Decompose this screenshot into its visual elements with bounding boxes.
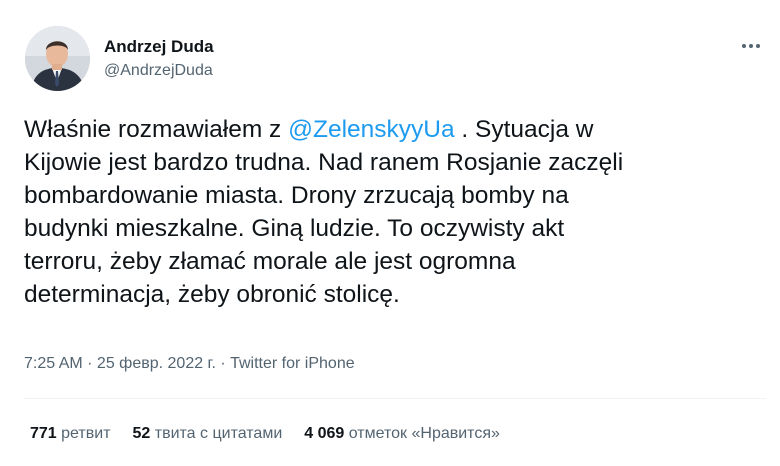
likes-count: 4 069	[304, 425, 345, 442]
retweets-label: ретвит	[61, 425, 111, 442]
tweet-card: Andrzej Duda @AndrzejDuda Właśnie rozmaw…	[0, 0, 780, 466]
divider	[24, 398, 766, 399]
tweet-text-line1-end: . Sytuacja w	[454, 116, 594, 143]
tweet-time[interactable]: 7:25 AM	[24, 355, 83, 372]
author-names: Andrzej Duda @AndrzejDuda	[104, 36, 214, 82]
tweet-metadata: 7:25 AM · 25 февр. 2022 г. · Twitter for…	[24, 352, 355, 376]
tweet-text-start: Właśnie rozmawiałem z	[24, 116, 289, 143]
tweet-source[interactable]: Twitter for iPhone	[230, 355, 355, 372]
mention-link[interactable]: @ZelenskyyUa	[288, 116, 454, 143]
meta-separator: ·	[215, 355, 231, 372]
tweet-header: Andrzej Duda @AndrzejDuda	[25, 26, 214, 91]
quotes-stat[interactable]: 52 твита с цитатами	[133, 423, 283, 445]
more-options-button[interactable]	[732, 36, 760, 56]
author-display-name[interactable]: Andrzej Duda	[104, 36, 214, 58]
avatar[interactable]	[25, 26, 90, 91]
meta-separator: ·	[82, 355, 97, 372]
retweets-stat[interactable]: 771 ретвит	[30, 423, 111, 445]
tweet-date[interactable]: 25 февр. 2022 г.	[97, 355, 216, 372]
tweet-stats: 771 ретвит 52 твита с цитатами 4 069 отм…	[30, 423, 522, 445]
author-handle[interactable]: @AndrzejDuda	[104, 60, 214, 82]
retweets-count: 771	[30, 425, 57, 442]
quotes-label: твита с цитатами	[154, 425, 283, 442]
tweet-text-body: Kijowie jest bardzo trudna. Nad ranem Ro…	[24, 149, 624, 308]
more-horizontal-icon	[742, 44, 760, 48]
quotes-count: 52	[132, 425, 151, 442]
likes-stat[interactable]: 4 069 отметок «Нравится»	[304, 423, 500, 445]
tweet-text: Właśnie rozmawiałem z @ZelenskyyUa . Syt…	[24, 113, 724, 311]
likes-label: отметок «Нравится»	[348, 425, 500, 442]
avatar-image	[25, 26, 90, 91]
